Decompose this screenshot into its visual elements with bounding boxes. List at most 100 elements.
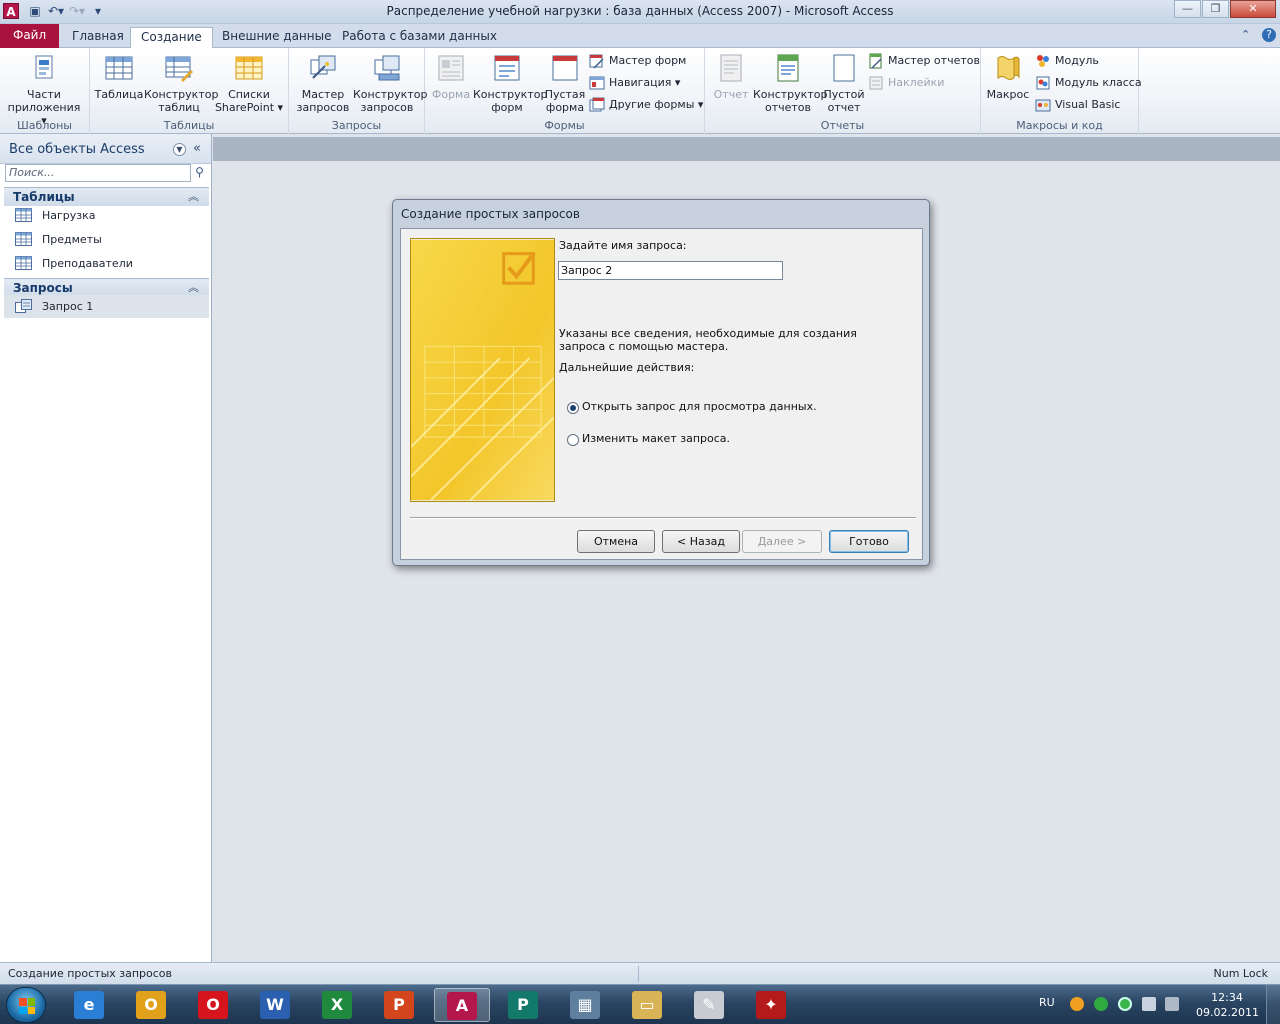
nav-section-tables-label: Таблицы bbox=[13, 190, 75, 204]
app-parts-button[interactable]: Части приложения ▾ bbox=[4, 52, 84, 127]
ribbon: Части приложения ▾ Шаблоны Таблица Конст… bbox=[0, 48, 1280, 134]
table-design-button[interactable]: Конструктор таблиц bbox=[144, 52, 218, 114]
form-wizard-icon bbox=[589, 54, 604, 69]
query-wizard-button[interactable]: Мастер запросов bbox=[291, 52, 355, 114]
word-icon: W bbox=[260, 991, 290, 1019]
form-wizard-button[interactable]: Мастер форм bbox=[589, 52, 686, 70]
update-tray-icon[interactable] bbox=[1070, 997, 1084, 1011]
restore-button[interactable]: ❐ bbox=[1202, 0, 1229, 18]
query-design-button[interactable]: Конструктор запросов bbox=[353, 52, 427, 114]
taskbar-app-button[interactable]: O bbox=[124, 988, 180, 1022]
clock[interactable]: 12:34 09.02.2011 bbox=[1196, 990, 1259, 1020]
class-module-button[interactable]: Модуль класса bbox=[1035, 74, 1142, 92]
flag-tray-icon[interactable] bbox=[1142, 997, 1156, 1011]
query-wizard-label: Мастер запросов bbox=[296, 88, 350, 114]
nav-menu-chevron-icon[interactable]: ▼ bbox=[173, 143, 186, 156]
labels-icon bbox=[869, 76, 883, 90]
module-button[interactable]: Модуль bbox=[1035, 52, 1099, 70]
taskbar-app-button[interactable]: e bbox=[62, 988, 118, 1022]
taskbar-app-button[interactable]: X bbox=[310, 988, 366, 1022]
next-button[interactable]: Далее > bbox=[742, 530, 822, 553]
blank-form-button[interactable]: Пустая форма bbox=[541, 52, 589, 114]
network-status-tray-icon[interactable] bbox=[1094, 997, 1108, 1011]
title-bar: A ▣ ↶▾ ↷▾ ▾ Распределение учебной нагруз… bbox=[0, 0, 1280, 24]
report-design-icon bbox=[777, 54, 799, 82]
report-design-button[interactable]: Конструктор отчетов bbox=[753, 52, 827, 114]
sharepoint-lists-icon bbox=[235, 56, 263, 80]
nav-pane-title[interactable]: Все объекты Access bbox=[9, 142, 145, 157]
tab-external-data[interactable]: Внешние данные bbox=[212, 27, 341, 48]
sharepoint-lists-button[interactable]: Списки SharePoint ▾ bbox=[214, 52, 284, 114]
tab-file[interactable]: Файл bbox=[0, 24, 60, 48]
labels-label: Наклейки bbox=[888, 76, 945, 89]
excel-icon: X bbox=[322, 991, 352, 1019]
taskbar-app-button[interactable]: P bbox=[496, 988, 552, 1022]
report-design-label: Конструктор отчетов bbox=[753, 88, 828, 114]
tab-database-tools[interactable]: Работа с базами данных bbox=[332, 27, 507, 48]
navigation-button[interactable]: Навигация ▾ bbox=[589, 74, 680, 92]
radio-checked[interactable] bbox=[567, 402, 579, 414]
status-divider bbox=[638, 966, 639, 982]
clock-date: 09.02.2011 bbox=[1196, 1006, 1259, 1019]
tab-home[interactable]: Главная bbox=[62, 27, 134, 48]
wizard-info-text: Указаны все сведения, необходимые для со… bbox=[559, 327, 857, 353]
start-button[interactable] bbox=[6, 987, 46, 1023]
taskbar-app-button[interactable]: ✎ bbox=[682, 988, 738, 1022]
report-wizard-button[interactable]: Мастер отчетов bbox=[868, 52, 980, 70]
pdf-icon: ✦ bbox=[756, 991, 786, 1019]
taskbar-app-button[interactable]: O bbox=[186, 988, 242, 1022]
show-desktop-button[interactable] bbox=[1266, 985, 1280, 1024]
blank-form-label: Пустая форма bbox=[544, 88, 586, 114]
query-name-input[interactable]: Запрос 2 bbox=[558, 261, 783, 280]
blank-report-button[interactable]: Пустой отчет bbox=[823, 52, 865, 114]
minimize-button[interactable]: — bbox=[1174, 0, 1201, 18]
report-icon bbox=[720, 54, 742, 82]
status-bar: Создание простых запросов Num Lock bbox=[0, 962, 1280, 984]
document-tab-strip bbox=[213, 137, 1280, 161]
taskbar-app-button[interactable]: ✦ bbox=[744, 988, 800, 1022]
cancel-button[interactable]: Отмена bbox=[577, 530, 655, 553]
table-label: Таблица bbox=[94, 88, 144, 101]
search-icon[interactable]: ⚲ bbox=[192, 165, 207, 180]
radio-unchecked[interactable] bbox=[567, 434, 579, 446]
table-button[interactable]: Таблица bbox=[94, 52, 144, 101]
form-button[interactable]: Форма bbox=[429, 52, 473, 101]
taskbar-app-button[interactable]: P bbox=[372, 988, 428, 1022]
taskbar-app-button[interactable]: A bbox=[434, 988, 490, 1022]
outlook-icon: O bbox=[136, 991, 166, 1019]
language-indicator[interactable]: RU bbox=[1039, 996, 1055, 1009]
simple-query-wizard-dialog: Создание простых запросов Задайте имя за… bbox=[392, 199, 930, 566]
back-button[interactable]: < Назад bbox=[662, 530, 740, 553]
visual-basic-button[interactable]: Visual Basic bbox=[1035, 96, 1120, 114]
open-query-radio[interactable]: Открыть запрос для просмотра данных. bbox=[567, 399, 817, 415]
publisher-icon: P bbox=[508, 991, 538, 1019]
table-design-label: Конструктор таблиц bbox=[144, 88, 219, 114]
tab-create[interactable]: Создание bbox=[130, 27, 213, 49]
nav-pane-header[interactable]: Все объекты Access ▼ « bbox=[0, 134, 211, 164]
more-forms-button[interactable]: Другие формы ▾ bbox=[589, 96, 703, 114]
nav-item-table[interactable]: Предметы bbox=[4, 228, 209, 251]
taskbar-app-button[interactable]: ▦ bbox=[558, 988, 614, 1022]
report-wizard-icon bbox=[869, 53, 882, 69]
macro-button[interactable]: Макрос bbox=[985, 52, 1031, 101]
minimize-ribbon-icon[interactable]: ⌃ bbox=[1241, 28, 1250, 41]
help-icon[interactable]: ? bbox=[1262, 28, 1276, 42]
nav-item-query[interactable]: Запрос 1 bbox=[4, 295, 209, 318]
nav-item-table[interactable]: Нагрузка bbox=[4, 204, 209, 227]
labels-button[interactable]: Наклейки bbox=[868, 74, 944, 92]
group-forms: Форма Конструктор форм Пустая форма Маст… bbox=[425, 48, 705, 134]
form-design-button[interactable]: Конструктор форм bbox=[473, 52, 547, 114]
sync-tray-icon[interactable] bbox=[1118, 997, 1132, 1011]
taskbar-app-button[interactable]: ▭ bbox=[620, 988, 676, 1022]
report-button[interactable]: Отчет bbox=[709, 52, 753, 101]
taskbar-app-button[interactable]: W bbox=[248, 988, 304, 1022]
wizard-checkmark-graphic bbox=[410, 238, 555, 502]
nav-search-input[interactable]: Поиск... bbox=[5, 164, 191, 182]
volume-icon[interactable] bbox=[1165, 997, 1179, 1011]
finish-button[interactable]: Готово bbox=[829, 530, 909, 553]
modify-design-radio[interactable]: Изменить макет запроса. bbox=[567, 431, 730, 447]
nav-collapse-icon[interactable]: « bbox=[193, 141, 201, 156]
close-button[interactable]: ✕ bbox=[1230, 0, 1276, 18]
nav-item-label: Предметы bbox=[42, 233, 102, 246]
nav-item-table[interactable]: Преподаватели bbox=[4, 252, 209, 275]
